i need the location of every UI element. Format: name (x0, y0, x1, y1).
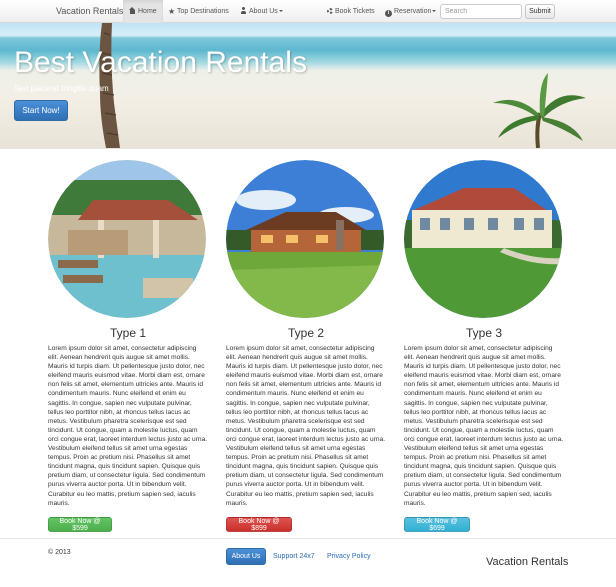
footer-divider (0, 538, 616, 539)
nav-item-reservation-label: Reservation (394, 8, 432, 15)
palm-plant-image (493, 73, 586, 148)
card-title: Type 2 (287, 326, 325, 340)
rental-type-card: Type 2 Lorem ipsum dolor sit amet, conse… (226, 160, 386, 532)
footer-link-support[interactable]: Support 24x7 (273, 553, 315, 560)
search-submit-button[interactable]: Submit (525, 4, 555, 19)
section-divider (0, 148, 616, 149)
nav-item-home-label: Home (138, 8, 157, 15)
nav-item-book-tickets-label: Book Tickets (335, 8, 375, 15)
rental-type-card: Type 3 Lorem ipsum dolor sit amet, conse… (404, 160, 564, 532)
user-icon (240, 7, 247, 14)
nav-item-home[interactable]: Home (123, 0, 163, 23)
hero-title: Best Vacation Rentals (14, 46, 307, 79)
top-navbar: Vacation Rentals Home ★ Top Destinations … (0, 0, 616, 23)
pool-villa-image[interactable] (48, 160, 206, 318)
copyright-text: © 2013 (48, 549, 71, 556)
chevron-down-icon (432, 10, 437, 12)
home-icon (129, 7, 136, 14)
nav-item-about-us[interactable]: About Us (240, 0, 283, 23)
card-title: Type 1 (109, 326, 147, 340)
book-now-899-button[interactable]: Book Now @ $899 (226, 516, 292, 532)
hero-subtitle: Sed placerat fringilla quam (14, 84, 109, 93)
nav-item-about-us-label: About Us (249, 8, 278, 15)
card-description: Lorem ipsum dolor sit amet, consectetur … (48, 345, 208, 507)
rental-type-card: Type 1 Lorem ipsum dolor sit amet, conse… (48, 160, 208, 532)
card-description: Lorem ipsum dolor sit amet, consectetur … (404, 345, 564, 507)
card-description: Lorem ipsum dolor sit amet, consectetur … (226, 345, 386, 507)
navbar-brand[interactable]: Vacation Rentals (56, 6, 123, 16)
book-now-599-button[interactable]: Book Now @ $599 (48, 516, 112, 532)
nav-item-reservation[interactable]: i Reservation (385, 0, 437, 23)
search-input[interactable] (440, 4, 522, 19)
nav-item-book-tickets[interactable]: Book Tickets (327, 0, 375, 23)
card-title: Type 3 (465, 326, 503, 340)
star-icon: ★ (168, 7, 176, 16)
footer-brand: Vacation Rentals (486, 556, 569, 568)
lodge-image[interactable] (226, 160, 384, 318)
start-now-button[interactable]: Start Now! (14, 100, 68, 121)
book-now-699-button[interactable]: Book Now @ $699 (404, 516, 470, 532)
info-icon: i (385, 10, 392, 17)
nav-item-top-destinations[interactable]: ★ Top Destinations (168, 0, 229, 23)
footer-about-us-button[interactable]: About Us (226, 548, 266, 565)
gear-icon (327, 8, 333, 14)
mansion-image[interactable] (404, 160, 562, 318)
chevron-down-icon (278, 10, 283, 12)
nav-item-top-destinations-label: Top Destinations (177, 8, 229, 15)
footer-link-privacy[interactable]: Privacy Policy (327, 553, 371, 560)
hero-banner: Best Vacation Rentals Sed placerat fring… (0, 23, 616, 148)
